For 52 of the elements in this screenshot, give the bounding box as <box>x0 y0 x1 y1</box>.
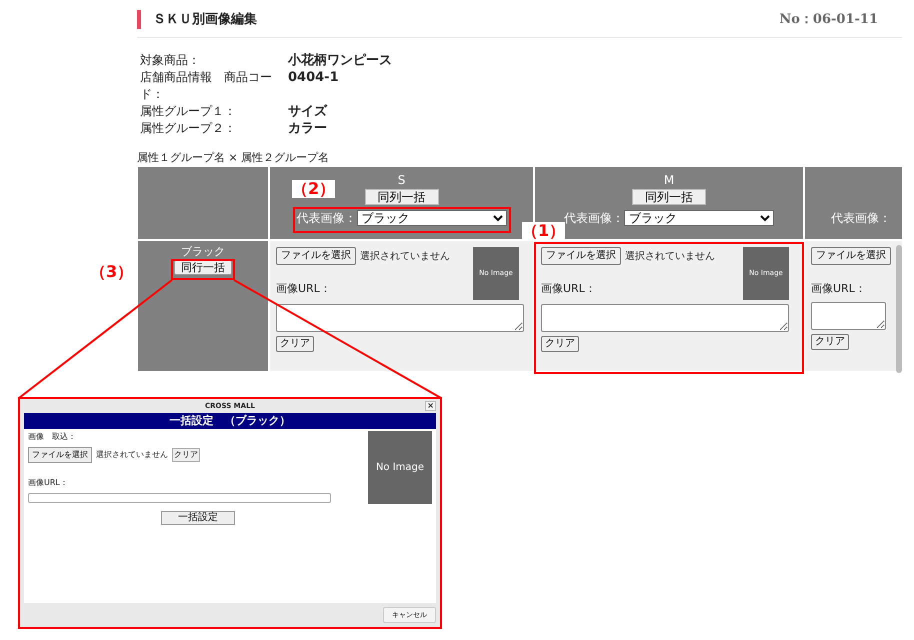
file-status: 選択されていません <box>625 250 715 264</box>
file-select-button[interactable]: ファイルを選択 <box>276 247 356 265</box>
field-value: サイズ <box>288 103 327 120</box>
column-apply-button[interactable]: 同列一括 <box>632 189 706 205</box>
color-label: ブラック <box>181 245 225 259</box>
dialog-heading: 一括設定 （ブラック） <box>24 413 436 429</box>
representative-image-label: 代表画像： <box>831 210 891 227</box>
clear-button[interactable]: クリア <box>811 334 849 350</box>
column-apply-button[interactable]: 同列一括 <box>364 189 438 205</box>
field-label: 属性グループ１： <box>140 103 237 120</box>
url-label: 画像URL： <box>28 477 69 489</box>
representative-image-label: 代表画像： <box>296 210 356 227</box>
field-label: 属性グループ２： <box>140 120 237 137</box>
callout-number: （2） <box>292 180 336 198</box>
field-label: 店舗商品情報 商品コード： <box>140 69 273 103</box>
screen-number: No：06-01-11 <box>779 10 878 29</box>
field-value: カラー <box>288 120 327 137</box>
image-url-field[interactable] <box>276 304 524 332</box>
representative-image-select[interactable]: ブラック <box>624 210 774 226</box>
representative-image-select[interactable]: ブラック <box>356 210 506 226</box>
file-status: 選択されていません <box>360 250 450 264</box>
file-select-button[interactable]: ファイルを選択 <box>811 247 891 265</box>
size-label: M <box>664 172 674 189</box>
apply-all-button[interactable]: 一括設定 <box>161 511 235 525</box>
scrollbar[interactable] <box>896 245 902 373</box>
url-label: 画像URL： <box>541 281 597 297</box>
clear-button[interactable]: クリア <box>276 336 314 352</box>
clear-button[interactable]: クリア <box>541 336 579 352</box>
field-value: 小花柄ワンピース <box>288 52 392 69</box>
file-status: 選択されていません <box>96 449 168 461</box>
image-url-field[interactable] <box>541 304 789 332</box>
file-select-button[interactable]: ファイルを選択 <box>541 247 621 265</box>
image-url-field[interactable] <box>28 493 331 503</box>
close-button[interactable]: × <box>425 401 436 411</box>
url-label: 画像URL： <box>276 281 332 297</box>
field-label: 対象商品： <box>140 52 201 69</box>
image-import-label: 画像 取込： <box>28 431 77 443</box>
callout-box <box>171 259 235 280</box>
callout-number: （1） <box>522 222 566 240</box>
no-image-text: No Image <box>376 461 424 475</box>
image-url-field[interactable] <box>811 302 886 330</box>
caret-icon <box>492 214 502 222</box>
file-select-button[interactable]: ファイルを選択 <box>28 447 92 463</box>
size-label: S <box>398 172 406 189</box>
field-value: 0404-1 <box>288 69 339 87</box>
table-caption: 属性１グループ名 × 属性２グループ名 <box>137 151 330 165</box>
representative-image-label: 代表画像： <box>564 210 624 227</box>
clear-button[interactable]: クリア <box>172 448 200 462</box>
url-label: 画像URL： <box>811 281 867 297</box>
caret-icon <box>760 214 770 222</box>
row-apply-button[interactable]: 同行一括 <box>174 260 232 275</box>
page-title: ＳＫＵ別画像編集 <box>137 10 257 30</box>
